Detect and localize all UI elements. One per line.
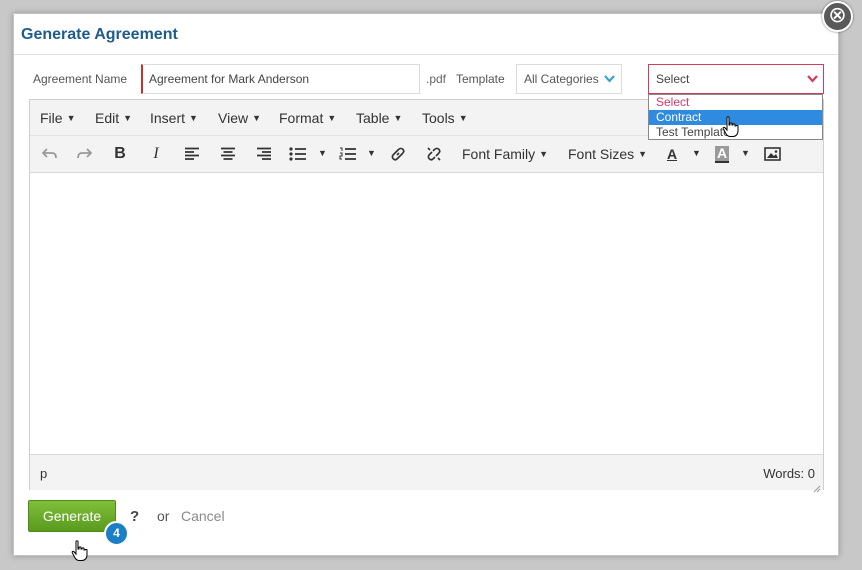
text-color-caret-icon[interactable]: ▼: [692, 148, 701, 158]
resize-handle-icon[interactable]: [813, 480, 821, 493]
hand-cursor-icon: [71, 540, 89, 567]
menu-edit[interactable]: Edit ▼: [95, 110, 132, 126]
editor-statusbar: p Words: 0: [30, 454, 823, 493]
redo-icon[interactable]: [72, 143, 96, 165]
dialog-footer: Generate 4 ? or Cancel: [28, 500, 428, 561]
numbered-list-caret-icon[interactable]: ▼: [367, 148, 376, 158]
bullet-list-caret-icon[interactable]: ▼: [318, 148, 327, 158]
background-color-icon[interactable]: A: [710, 143, 734, 165]
hand-cursor-icon: [722, 116, 740, 143]
word-count: Words: 0: [763, 466, 815, 481]
align-right-icon[interactable]: [252, 143, 276, 165]
align-center-icon[interactable]: [216, 143, 240, 165]
rich-text-editor: File ▼ Edit ▼ Insert ▼ View ▼ Format ▼ Table ▼…: [29, 99, 824, 493]
dialog-title: Generate Agreement: [21, 26, 178, 43]
agreement-name-label: Agreement Name: [33, 72, 128, 86]
template-select[interactable]: Select: [648, 64, 824, 94]
generate-agreement-dialog: Generate Agreement Agreement Name Agreem…: [13, 13, 839, 561]
editor-toolbar: B I ▼ ▼ Font Family ▼ Font Sizes ▼ A ▼ A…: [30, 136, 823, 173]
undo-icon[interactable]: [38, 143, 62, 165]
text-color-icon[interactable]: A: [660, 143, 684, 165]
menu-table[interactable]: Table ▼: [356, 110, 402, 126]
italic-icon[interactable]: I: [144, 143, 168, 165]
cancel-link[interactable]: Cancel: [181, 508, 225, 524]
background-color-caret-icon[interactable]: ▼: [741, 148, 750, 158]
menu-tools[interactable]: Tools ▼: [422, 110, 468, 126]
chevron-down-icon: [604, 65, 615, 103]
template-option-select[interactable]: Select: [649, 95, 822, 110]
category-select[interactable]: All Categories: [516, 64, 622, 94]
or-text: or: [157, 508, 170, 524]
template-select-value: Select: [656, 72, 690, 86]
font-sizes-dropdown[interactable]: Font Sizes ▼: [568, 146, 647, 162]
menu-insert[interactable]: Insert ▼: [150, 110, 198, 126]
generate-button[interactable]: Generate: [28, 500, 116, 532]
bold-icon[interactable]: B: [108, 143, 132, 165]
menu-format[interactable]: Format ▼: [279, 110, 336, 126]
menu-file[interactable]: File ▼: [40, 110, 75, 126]
agreement-name-input[interactable]: Agreement for Mark Anderson: [141, 64, 420, 94]
link-icon[interactable]: [386, 143, 410, 165]
unlink-icon[interactable]: [422, 143, 446, 165]
font-family-dropdown[interactable]: Font Family ▼: [462, 146, 548, 162]
pdf-extension-label: .pdf: [426, 72, 447, 86]
step-badge: 4: [104, 521, 129, 546]
element-path[interactable]: p: [40, 466, 47, 481]
agreement-form-row: Agreement Name Agreement for Mark Anders…: [14, 64, 838, 96]
category-select-value: All Categories: [524, 72, 599, 86]
image-icon[interactable]: [760, 143, 784, 165]
title-divider: [14, 54, 838, 55]
help-icon[interactable]: ?: [130, 508, 139, 525]
bullet-list-icon[interactable]: [286, 143, 310, 165]
editor-content-area[interactable]: [30, 173, 823, 454]
template-label: Template: [456, 72, 505, 86]
numbered-list-icon[interactable]: [336, 143, 360, 165]
menu-view[interactable]: View ▼: [218, 110, 261, 126]
close-icon[interactable]: ⊗: [822, 1, 853, 32]
align-left-icon[interactable]: [180, 143, 204, 165]
